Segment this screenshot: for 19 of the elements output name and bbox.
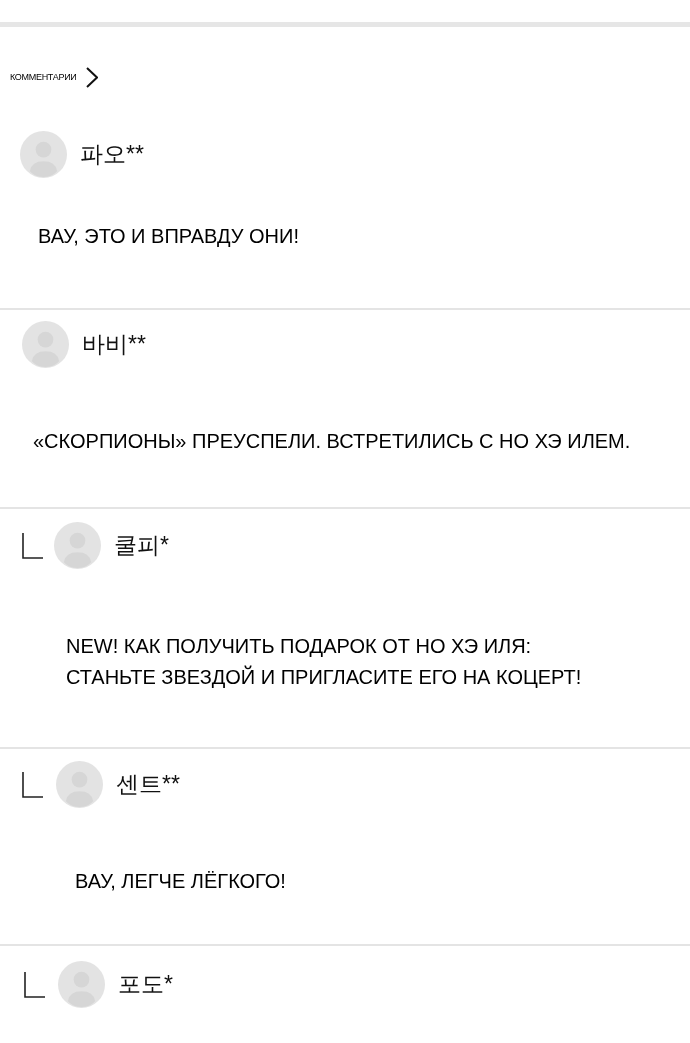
avatar-icon [20,131,67,178]
avatar-icon [54,522,101,569]
comment-text: ВАУ, ЭТО И ВПРАВДУ ОНИ! [38,224,299,249]
comment-text: NEW! КАК ПОЛУЧИТЬ ПОДАРОК ОТ НО ХЭ ИЛЯ: СТАНЬТЕ ЗВЕЗДОЙ И ПРИГЛАСИТЕ ЕГО НА КОЦЕРТ! [66,634,582,690]
author-name: 쿨피* [114,534,169,557]
author-name: 센트** [116,773,180,796]
author-name: 포도* [118,973,173,996]
comment-text: «СКОРПИОНЫ» ПРЕУСПЕЛИ. ВСТРЕТИЛИСЬ С НО ХЭ ИЛЕМ. [33,429,631,454]
chevron-right-icon [86,66,99,88]
author-name: 파오** [80,143,144,166]
avatar-icon [58,961,105,1008]
avatar-icon [22,321,69,368]
comment-text: ВАУ, ЛЕГЧЕ ЛЁГКОГО! [75,869,286,894]
reply-corner-icon [22,771,43,798]
author-name: 바비** [82,333,146,356]
comments-link[interactable]: КОММЕНТАРИИ [10,66,99,88]
reply-corner-icon [24,971,45,998]
avatar-icon [56,761,103,808]
reply-corner-icon [22,532,43,559]
